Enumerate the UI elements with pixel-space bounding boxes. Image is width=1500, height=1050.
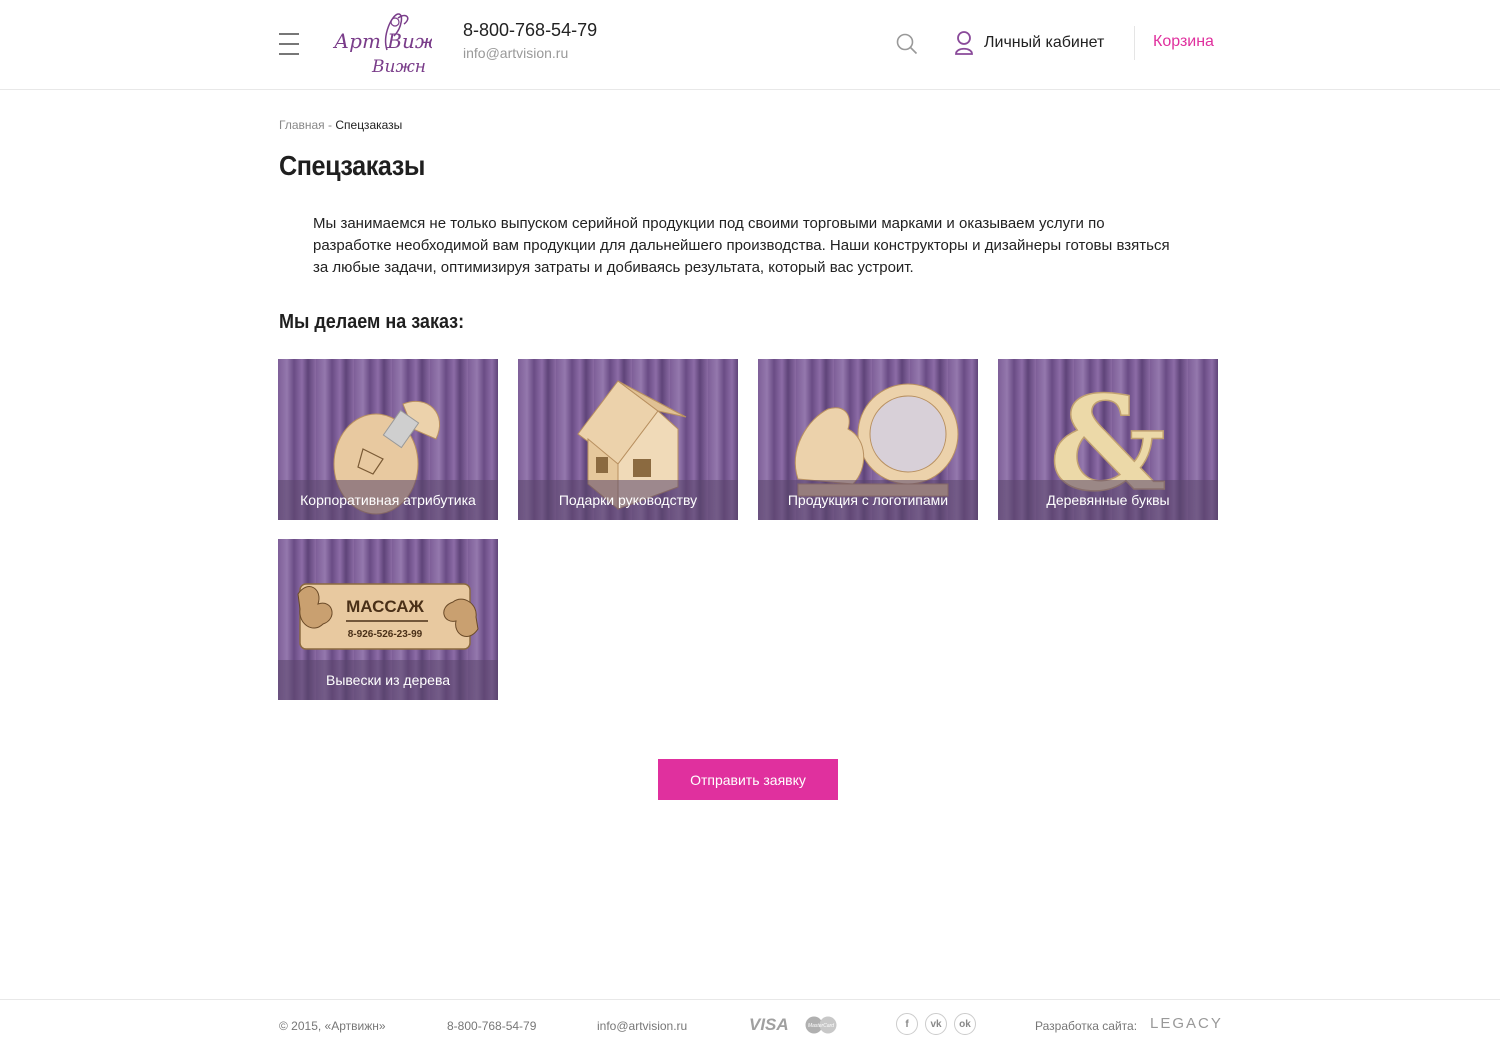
header-phone[interactable]: 8-800-768-54-79 (463, 20, 597, 41)
tile-caption: Подарки руководству (518, 480, 738, 520)
odnoklassniki-icon[interactable]: ok (954, 1013, 976, 1035)
section-title: Мы делаем на заказ: (279, 311, 465, 333)
site-logo[interactable]: Арт Вижн Вижн (332, 10, 451, 77)
developer-label: Разработка сайта: (1035, 1019, 1138, 1033)
cart-link[interactable]: Корзина (1153, 33, 1214, 51)
submit-request-button[interactable]: Отправить заявку (658, 759, 838, 800)
visa-icon: VISA (749, 1015, 789, 1034)
sign-phone: 8-926-526-23-99 (348, 629, 423, 640)
account-label: Личный кабинет (984, 34, 1105, 51)
site-header: Арт Вижн Вижн 8-800-768-54-79 info@artvi… (0, 0, 1500, 90)
sign-title: МАССАЖ (346, 597, 424, 616)
breadcrumb-separator: - (324, 118, 336, 132)
svg-text:Вижн: Вижн (371, 57, 426, 76)
menu-icon[interactable] (279, 33, 299, 55)
tile-caption: Продукция с логотипами (758, 480, 978, 520)
page-title: Спецзаказы (279, 150, 425, 181)
account-link[interactable]: Личный кабинет (954, 30, 1104, 56)
search-icon[interactable] (896, 33, 918, 55)
tile-caption: Вывески из дерева (278, 660, 498, 700)
header-email[interactable]: info@artvision.ru (463, 45, 568, 61)
breadcrumb-current: Спецзаказы (335, 118, 403, 132)
footer-email[interactable]: info@artvision.ru (597, 1019, 687, 1033)
logo-text-top: Арт Вижн (332, 29, 432, 53)
tile-letters[interactable]: & Деревянные буквы (998, 359, 1218, 520)
tile-signs[interactable]: МАССАЖ 8-926-526-23-99 Вывески из дерева (278, 539, 498, 700)
tile-caption: Корпоративная атрибутика (278, 480, 498, 520)
developer-logo[interactable]: LEGACY (1150, 1015, 1223, 1032)
tile-caption: Деревянные буквы (998, 480, 1218, 520)
facebook-icon[interactable]: f (896, 1013, 918, 1035)
footer-phone[interactable]: 8-800-768-54-79 (447, 1019, 536, 1033)
intro-text: Мы занимаемся не только выпуском серийно… (313, 215, 1170, 276)
tile-corporate[interactable]: Корпоративная атрибутика (278, 359, 498, 520)
tile-logos[interactable]: Продукция с логотипами (758, 359, 978, 520)
footer-copyright: © 2015, «Артвижн» (279, 1019, 386, 1033)
tile-gifts[interactable]: Подарки руководству (518, 359, 738, 520)
breadcrumb: Главная - Спецзаказы (279, 118, 402, 132)
breadcrumb-home[interactable]: Главная (279, 118, 325, 132)
header-divider (1134, 26, 1135, 60)
user-icon (955, 31, 973, 55)
vkontakte-icon[interactable]: vk (925, 1013, 947, 1035)
svg-text:MasterCard: MasterCard (808, 1023, 834, 1029)
mastercard-icon: MasterCard (805, 1016, 837, 1034)
site-footer: © 2015, «Артвижн» 8-800-768-54-79 info@a… (0, 999, 1500, 1050)
